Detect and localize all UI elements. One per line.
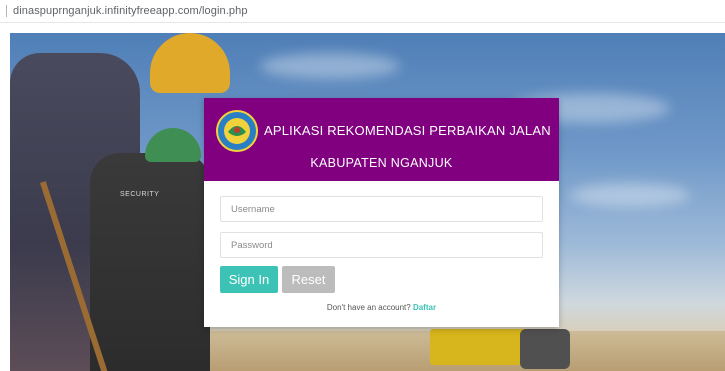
cloud	[570, 183, 690, 207]
vest-label: SECURITY	[120, 191, 160, 198]
address-bar[interactable]: dinaspuprnganjuk.infinityfreeapp.com/log…	[0, 0, 725, 23]
roller-drum	[520, 329, 570, 369]
register-link[interactable]: Daftar	[413, 303, 436, 312]
reset-button[interactable]: Reset	[282, 266, 335, 293]
worker-security	[90, 153, 210, 371]
login-header: APLIKASI REKOMENDASI PERBAIKAN JALAN KAB…	[204, 98, 559, 181]
green-helmet	[145, 128, 201, 162]
yellow-helmet	[150, 33, 230, 93]
register-line: Don't have an account? Daftar	[204, 303, 559, 312]
cloud	[260, 53, 400, 79]
address-separator	[6, 5, 7, 17]
road-roller	[430, 329, 570, 369]
regency-emblem-icon	[216, 110, 258, 152]
password-input[interactable]	[220, 232, 543, 258]
app-title-line2: KABUPATEN NGANJUK	[310, 156, 453, 170]
login-card: APLIKASI REKOMENDASI PERBAIKAN JALAN KAB…	[204, 98, 559, 327]
sign-in-button[interactable]: Sign In	[220, 266, 278, 293]
address-url[interactable]: dinaspuprnganjuk.infinityfreeapp.com/log…	[13, 5, 248, 17]
username-input[interactable]	[220, 196, 543, 222]
app-title-line1: APLIKASI REKOMENDASI PERBAIKAN JALAN	[264, 123, 551, 138]
register-prompt: Don't have an account?	[326, 303, 411, 312]
